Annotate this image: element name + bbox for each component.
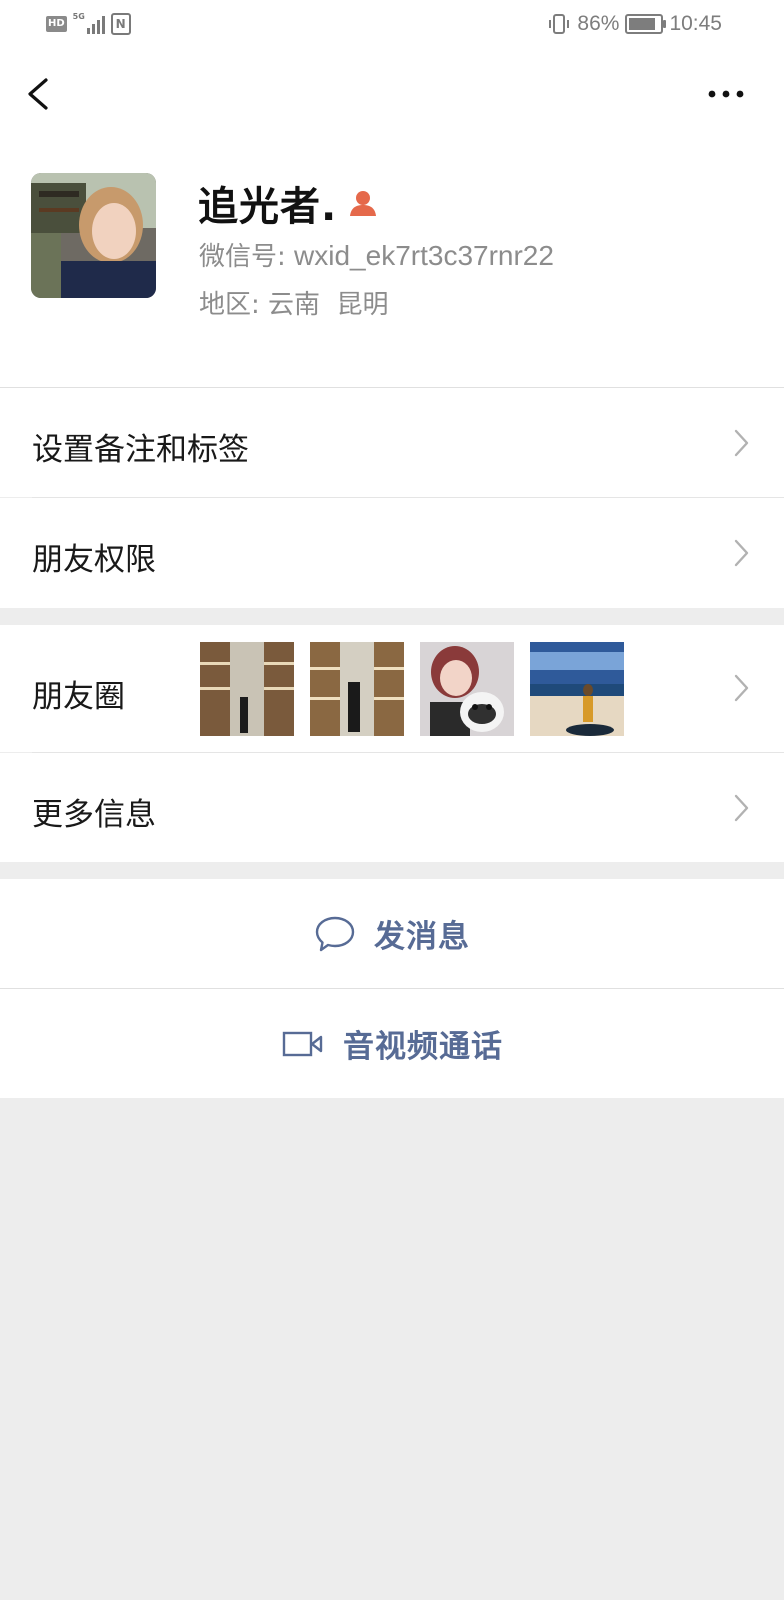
moments-cell[interactable]: 朋友圈 [0, 625, 784, 752]
region-label: 地区: [199, 290, 269, 320]
battery-percent: 86% [577, 12, 620, 35]
moment-thumbnail [420, 642, 514, 736]
signal-icon: 5G [72, 12, 105, 34]
clock: 10:45 [669, 12, 722, 35]
profile-card: 追光者. 微信号: wxid_ek7rt3c37rnr22 地区: 云南 昆明 [0, 144, 784, 387]
send-message-label: 发消息 [374, 919, 470, 955]
video-camera-icon [282, 1031, 323, 1056]
nickname: 追光者. [198, 184, 338, 230]
avatar-photo [31, 173, 156, 298]
av-call-button[interactable]: 音视频通话 [0, 989, 784, 1098]
more-info-label: 更多信息 [32, 797, 156, 833]
status-bar-left: HD 5G N [46, 12, 131, 36]
nickname-row: 追光者. [198, 174, 379, 232]
more-info-cell[interactable]: 更多信息 [0, 753, 784, 862]
network-type-label: 5G [72, 12, 85, 21]
remark-tags-cell[interactable]: 设置备注和标签 [0, 388, 784, 497]
wechat-id-label: 微信号: [199, 242, 295, 272]
moment-thumbnail [310, 642, 404, 736]
chat-bubble-icon [315, 916, 355, 951]
chevron-right-icon [734, 539, 749, 567]
chevron-right-icon [734, 429, 749, 457]
friend-permissions-label: 朋友权限 [32, 542, 156, 578]
nav-bar [0, 48, 784, 144]
female-user-icon [350, 191, 377, 216]
moments-label: 朋友圈 [32, 679, 125, 715]
nfc-icon: N [110, 13, 131, 35]
wechat-id-value: wxid_ek7rt3c37rnr22 [294, 240, 554, 271]
friend-permissions-cell[interactable]: 朋友权限 [0, 498, 784, 608]
moment-thumbnail [200, 642, 294, 736]
wechat-id-line: 微信号: wxid_ek7rt3c37rnr22 [199, 236, 554, 273]
battery-level-fill [629, 18, 656, 30]
hd-icon: HD [46, 16, 67, 32]
remark-tags-label: 设置备注和标签 [32, 432, 249, 468]
status-bar: HD 5G N 86% 10:45 [0, 0, 784, 48]
vibrate-icon [549, 14, 570, 34]
chevron-left-icon[interactable] [20, 72, 60, 116]
battery-icon [625, 14, 667, 34]
av-call-label: 音视频通话 [343, 1029, 503, 1065]
more-dots-icon[interactable] [704, 78, 748, 110]
moment-thumbnail [530, 642, 624, 736]
chevron-right-icon [734, 794, 749, 822]
send-message-button[interactable]: 发消息 [0, 879, 784, 988]
chevron-right-icon [734, 674, 749, 702]
avatar[interactable] [31, 173, 156, 298]
moments-thumbnails [200, 642, 624, 736]
region-value: 云南 昆明 [268, 290, 389, 320]
status-bar-right: 86% 10:45 [547, 10, 722, 38]
region-line: 地区: 云南 昆明 [199, 284, 389, 321]
